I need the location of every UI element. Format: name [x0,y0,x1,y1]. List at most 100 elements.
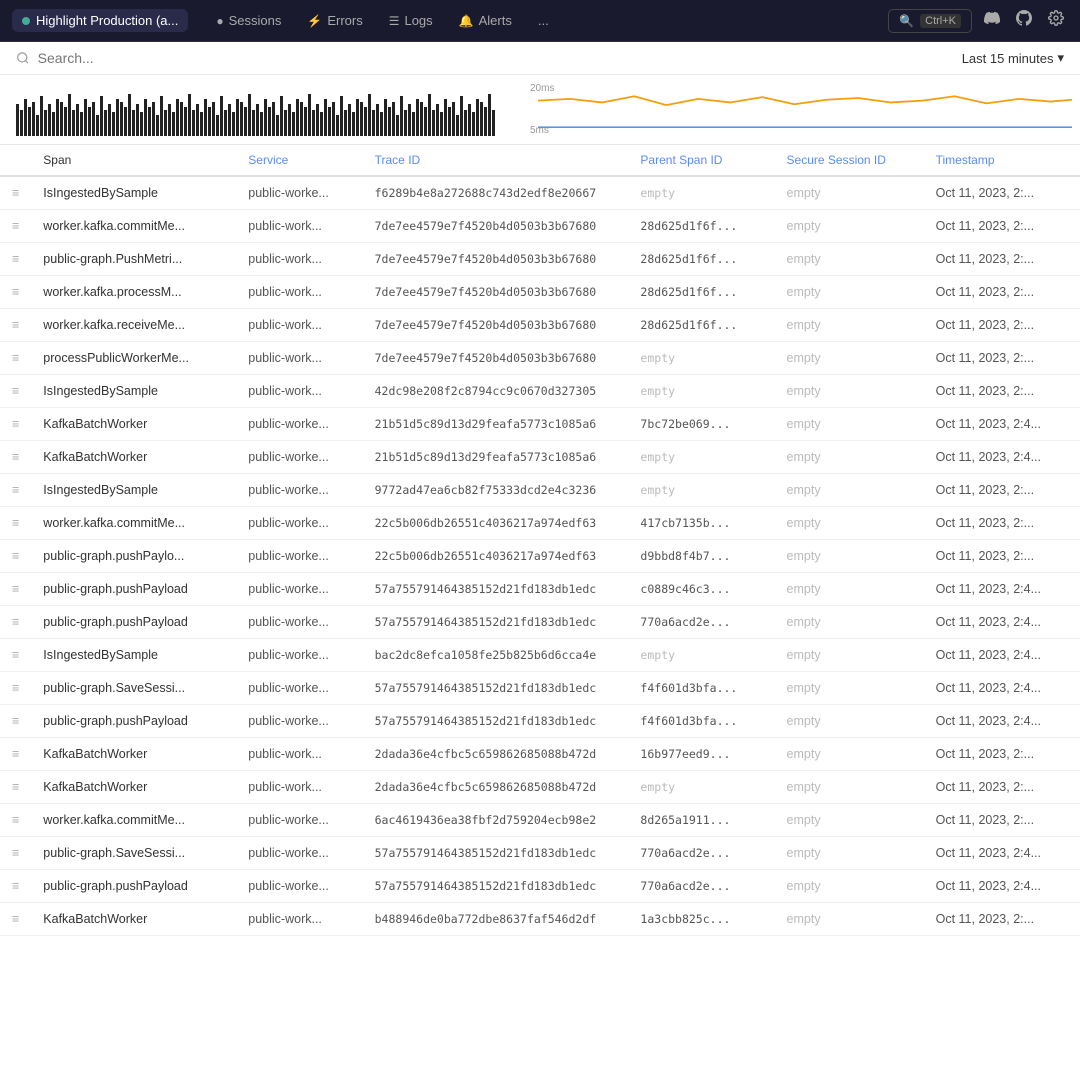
col-trace-id: Trace ID [363,145,629,176]
table-row[interactable]: ≡ worker.kafka.processM... public-work..… [0,276,1080,309]
row-menu[interactable]: ≡ [0,210,31,243]
search-icon [16,51,30,65]
table-row[interactable]: ≡ public-graph.pushPayload public-worke.… [0,870,1080,903]
row-session-id: empty [775,573,924,606]
settings-button[interactable] [1044,6,1068,35]
table-row[interactable]: ≡ IsIngestedBySample public-work... 42dc… [0,375,1080,408]
row-menu[interactable]: ≡ [0,870,31,903]
row-span: KafkaBatchWorker [31,441,236,474]
row-service: public-work... [236,903,362,936]
row-menu[interactable]: ≡ [0,309,31,342]
table-row[interactable]: ≡ worker.kafka.commitMe... public-worke.… [0,804,1080,837]
table-row[interactable]: ≡ KafkaBatchWorker public-work... b48894… [0,903,1080,936]
search-shortcut[interactable]: 🔍 Ctrl+K [888,9,972,33]
table-row[interactable]: ≡ processPublicWorkerMe... public-work..… [0,342,1080,375]
row-menu[interactable]: ≡ [0,276,31,309]
row-timestamp: Oct 11, 2023, 2:... [924,738,1080,771]
col-session-id: Secure Session ID [775,145,924,176]
row-menu[interactable]: ≡ [0,474,31,507]
table-row[interactable]: ≡ worker.kafka.receiveMe... public-work.… [0,309,1080,342]
row-trace-id: 7de7ee4579e7f4520b4d0503b3b67680 [363,243,629,276]
row-session-id: empty [775,672,924,705]
row-menu[interactable]: ≡ [0,903,31,936]
row-menu[interactable]: ≡ [0,606,31,639]
table-container: Span Service Trace ID Parent Span ID Sec… [0,145,1080,1071]
row-menu[interactable]: ≡ [0,342,31,375]
row-menu[interactable]: ≡ [0,176,31,210]
table-row[interactable]: ≡ KafkaBatchWorker public-worke... 21b51… [0,441,1080,474]
table-row[interactable]: ≡ worker.kafka.commitMe... public-worke.… [0,507,1080,540]
table-row[interactable]: ≡ KafkaBatchWorker public-worke... 21b51… [0,408,1080,441]
row-trace-id: bac2dc8efca1058fe25b825b6d6cca4e [363,639,629,672]
row-menu[interactable]: ≡ [0,771,31,804]
row-parent-span-id: empty [628,474,774,507]
table-row[interactable]: ≡ public-graph.pushPayload public-worke.… [0,573,1080,606]
row-timestamp: Oct 11, 2023, 2:... [924,243,1080,276]
row-trace-id: 57a755791464385152d21fd183db1edc [363,573,629,606]
row-trace-id: 7de7ee4579e7f4520b4d0503b3b67680 [363,309,629,342]
nav-alerts[interactable]: 🔔 Alerts [447,8,524,33]
row-service: public-worke... [236,474,362,507]
sessions-icon: ● [216,14,223,28]
nav-sessions[interactable]: ● Sessions [204,8,293,33]
table-row[interactable]: ≡ KafkaBatchWorker public-work... 2dada3… [0,738,1080,771]
row-parent-span-id: empty [628,176,774,210]
row-session-id: empty [775,309,924,342]
table-row[interactable]: ≡ public-graph.SaveSessi... public-worke… [0,837,1080,870]
row-menu[interactable]: ≡ [0,507,31,540]
table-row[interactable]: ≡ IsIngestedBySample public-worke... 977… [0,474,1080,507]
top-nav: Highlight Production (a... ● Sessions ⚡ … [0,0,1080,42]
row-service: public-worke... [236,870,362,903]
table-row[interactable]: ≡ public-graph.pushPayload public-worke.… [0,705,1080,738]
row-menu[interactable]: ≡ [0,441,31,474]
row-service: public-worke... [236,837,362,870]
row-menu[interactable]: ≡ [0,540,31,573]
table-row[interactable]: ≡ KafkaBatchWorker public-work... 2dada3… [0,771,1080,804]
row-service: public-work... [236,309,362,342]
row-parent-span-id: f4f601d3bfa... [628,672,774,705]
row-trace-id: 57a755791464385152d21fd183db1edc [363,705,629,738]
row-span: IsIngestedBySample [31,176,236,210]
nav-more[interactable]: ... [526,8,561,33]
row-menu[interactable]: ≡ [0,639,31,672]
row-menu[interactable]: ≡ [0,375,31,408]
row-span: IsIngestedBySample [31,375,236,408]
row-menu[interactable]: ≡ [0,837,31,870]
nav-logs[interactable]: ☰ Logs [377,8,445,33]
row-trace-id: 57a755791464385152d21fd183db1edc [363,837,629,870]
row-menu[interactable]: ≡ [0,573,31,606]
search-input-wrap [16,50,952,66]
col-service: Service [236,145,362,176]
row-session-id: empty [775,342,924,375]
time-filter-label: Last 15 minutes [962,51,1054,66]
brand-button[interactable]: Highlight Production (a... [12,9,188,32]
row-trace-id: 57a755791464385152d21fd183db1edc [363,672,629,705]
row-span: public-graph.SaveSessi... [31,837,236,870]
row-menu[interactable]: ≡ [0,738,31,771]
table-row[interactable]: ≡ IsIngestedBySample public-worke... f62… [0,176,1080,210]
nav-errors[interactable]: ⚡ Errors [295,8,374,33]
row-span: worker.kafka.processM... [31,276,236,309]
row-parent-span-id: empty [628,639,774,672]
search-input[interactable] [38,50,952,66]
row-menu[interactable]: ≡ [0,408,31,441]
github-button[interactable] [1012,6,1036,35]
row-menu[interactable]: ≡ [0,672,31,705]
row-menu[interactable]: ≡ [0,804,31,837]
logs-icon: ☰ [389,14,400,28]
row-menu[interactable]: ≡ [0,243,31,276]
row-session-id: empty [775,441,924,474]
table-row[interactable]: ≡ worker.kafka.commitMe... public-work..… [0,210,1080,243]
table-row[interactable]: ≡ public-graph.SaveSessi... public-worke… [0,672,1080,705]
table-row[interactable]: ≡ public-graph.PushMetri... public-work.… [0,243,1080,276]
row-timestamp: Oct 11, 2023, 2:4... [924,441,1080,474]
table-row[interactable]: ≡ IsIngestedBySample public-worke... bac… [0,639,1080,672]
row-trace-id: 57a755791464385152d21fd183db1edc [363,870,629,903]
row-span: IsIngestedBySample [31,474,236,507]
table-row[interactable]: ≡ public-graph.pushPaylo... public-worke… [0,540,1080,573]
discord-button[interactable] [980,6,1004,35]
chart-labels: 20ms 5ms [530,83,554,136]
table-row[interactable]: ≡ public-graph.pushPayload public-worke.… [0,606,1080,639]
row-menu[interactable]: ≡ [0,705,31,738]
time-filter[interactable]: Last 15 minutes ▾ [962,50,1064,66]
